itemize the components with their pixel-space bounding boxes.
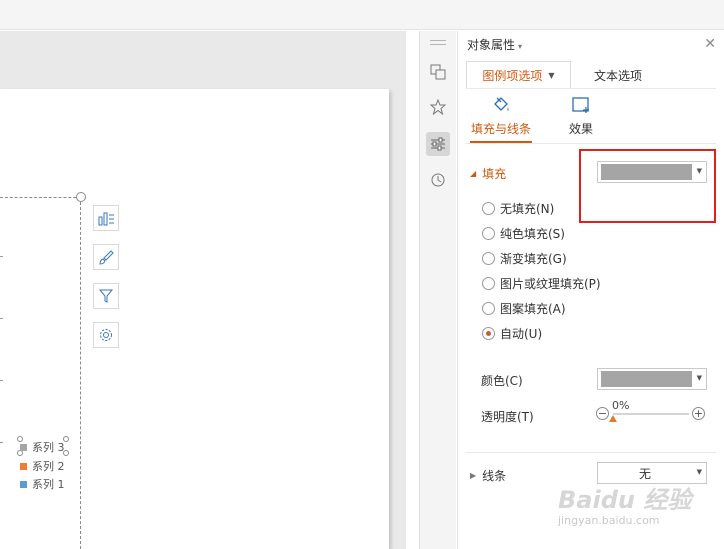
- slide[interactable]: 系列 3 系列 2 系列 1: [0, 89, 389, 549]
- collapse-triangle-icon: ◢: [470, 169, 477, 178]
- legend-item[interactable]: 系列 1: [20, 477, 65, 491]
- document-canvas: 系列 3 系列 2 系列 1: [0, 31, 406, 549]
- chevron-down-icon: ▾: [518, 42, 523, 51]
- rail-animation-button[interactable]: [426, 95, 450, 119]
- radio-label: 图案填充(A): [500, 301, 566, 316]
- resize-handle[interactable]: [76, 192, 86, 202]
- color-swatch: [601, 371, 692, 387]
- radio-picture-fill[interactable]: 图片或纹理填充(P): [482, 274, 601, 292]
- rail-selection-button[interactable]: [426, 60, 450, 84]
- effects-icon: [572, 97, 589, 113]
- increase-button[interactable]: +: [692, 407, 705, 420]
- radio-label: 自动(U): [500, 326, 543, 341]
- drag-grip: [430, 40, 446, 41]
- axis-tick: [0, 318, 3, 319]
- property-panel: 对象属性 ▾ ✕ 图例项选项 ▼ 文本选项 填充与线条 效果 ◢ 填充 ▼ 无填…: [457, 31, 724, 549]
- panel-tabs: 图例项选项 ▼ 文本选项: [466, 61, 716, 89]
- expand-triangle-icon: ▶: [470, 471, 477, 480]
- radio-button[interactable]: [482, 226, 495, 240]
- legend-item[interactable]: 系列 2: [20, 459, 65, 473]
- axis-tick: [0, 442, 3, 443]
- slider-track[interactable]: [613, 413, 689, 415]
- chart-elements-icon: [98, 212, 114, 226]
- radio-button[interactable]: [482, 301, 495, 315]
- radio-button[interactable]: [482, 201, 495, 215]
- transparency-value: 0%: [612, 399, 630, 412]
- subtab-label: 填充与线条: [470, 122, 531, 136]
- color-label: 颜色(C): [481, 374, 523, 388]
- chart-style-button[interactable]: [93, 244, 119, 270]
- chart-elements-button[interactable]: [93, 205, 119, 231]
- decrease-button[interactable]: −: [596, 407, 609, 420]
- chart-filter-button[interactable]: [93, 283, 119, 309]
- subtab-effects[interactable]: 效果: [546, 93, 616, 143]
- rail-properties-button[interactable]: [426, 132, 450, 156]
- divider: [466, 143, 716, 144]
- history-icon: [431, 173, 445, 187]
- rail-history-button[interactable]: [426, 168, 450, 192]
- chart-settings-button[interactable]: [93, 322, 119, 348]
- axis-tick: [0, 380, 3, 381]
- sliders-icon: [431, 137, 445, 151]
- radio-label: 图片或纹理填充(P): [500, 276, 601, 291]
- panel-title[interactable]: 对象属性 ▾: [467, 36, 522, 53]
- tab-text-options[interactable]: 文本选项: [578, 61, 658, 89]
- drag-grip: [430, 44, 446, 45]
- color-dropdown[interactable]: ▼: [597, 368, 707, 390]
- divider: [466, 452, 716, 453]
- tab-label: 图例项选项: [482, 69, 543, 83]
- slider-thumb[interactable]: [609, 415, 617, 422]
- radio-button-selected[interactable]: [482, 326, 495, 340]
- legend-label: 系列 2: [32, 460, 65, 473]
- close-icon[interactable]: ✕: [704, 36, 716, 52]
- legend-label: 系列 3: [32, 441, 65, 454]
- top-toolbar: [0, 0, 724, 30]
- radio-button[interactable]: [482, 276, 495, 290]
- radio-button[interactable]: [482, 251, 495, 265]
- subtab-label: 效果: [568, 122, 593, 136]
- selection-pane-icon: [430, 64, 446, 80]
- line-value: 无: [638, 466, 651, 481]
- plot-area-selection[interactable]: [0, 197, 81, 549]
- watermark: Baidu 经验 jingyan.baidu.com: [558, 480, 724, 540]
- fill-heading: 填充: [482, 167, 507, 181]
- fill-section-header[interactable]: ◢ 填充: [470, 165, 506, 182]
- radio-label: 渐变填充(G): [500, 251, 567, 266]
- chevron-down-icon: ▼: [696, 468, 702, 476]
- filter-icon: [98, 289, 114, 303]
- radio-label: 纯色填充(S): [500, 226, 565, 241]
- gear-icon: [100, 329, 112, 341]
- paint-bucket-icon: [494, 97, 509, 111]
- tab-label: 文本选项: [593, 68, 642, 83]
- subtabs: 填充与线条 效果: [466, 93, 666, 143]
- tab-legend-options[interactable]: 图例项选项 ▼: [466, 61, 571, 89]
- radio-no-fill[interactable]: 无填充(N): [482, 199, 554, 217]
- star-icon: [430, 99, 446, 115]
- subtab-fill-line[interactable]: 填充与线条: [466, 93, 536, 143]
- chevron-down-icon: ▼: [548, 71, 555, 80]
- axis-tick: [0, 256, 3, 257]
- radio-auto-fill[interactable]: 自动(U): [482, 324, 542, 342]
- radio-gradient-fill[interactable]: 渐变填充(G): [482, 249, 567, 267]
- radio-solid-fill[interactable]: 纯色填充(S): [482, 224, 565, 242]
- line-section-header[interactable]: ▶ 线条: [470, 467, 506, 484]
- divider: [466, 88, 716, 89]
- watermark-url: jingyan.baidu.com: [558, 514, 660, 527]
- panel-title-label: 对象属性: [467, 38, 516, 52]
- radio-label: 无填充(N): [500, 201, 555, 216]
- highlight-box: [579, 149, 716, 223]
- legend-swatch: [20, 443, 27, 451]
- chevron-down-icon: ▼: [696, 374, 702, 382]
- transparency-slider[interactable]: − 0% +: [596, 399, 708, 428]
- legend-label: 系列 1: [32, 478, 65, 491]
- line-heading: 线条: [482, 469, 507, 483]
- brush-icon: [99, 250, 114, 265]
- transparency-label: 透明度(T): [481, 410, 534, 424]
- legend-swatch: [20, 480, 27, 488]
- watermark-logo: Baidu 经验: [558, 486, 692, 514]
- side-icon-rail: [419, 31, 456, 549]
- legend-item[interactable]: 系列 3: [20, 440, 65, 454]
- radio-pattern-fill[interactable]: 图案填充(A): [482, 299, 566, 317]
- legend-swatch: [20, 462, 27, 470]
